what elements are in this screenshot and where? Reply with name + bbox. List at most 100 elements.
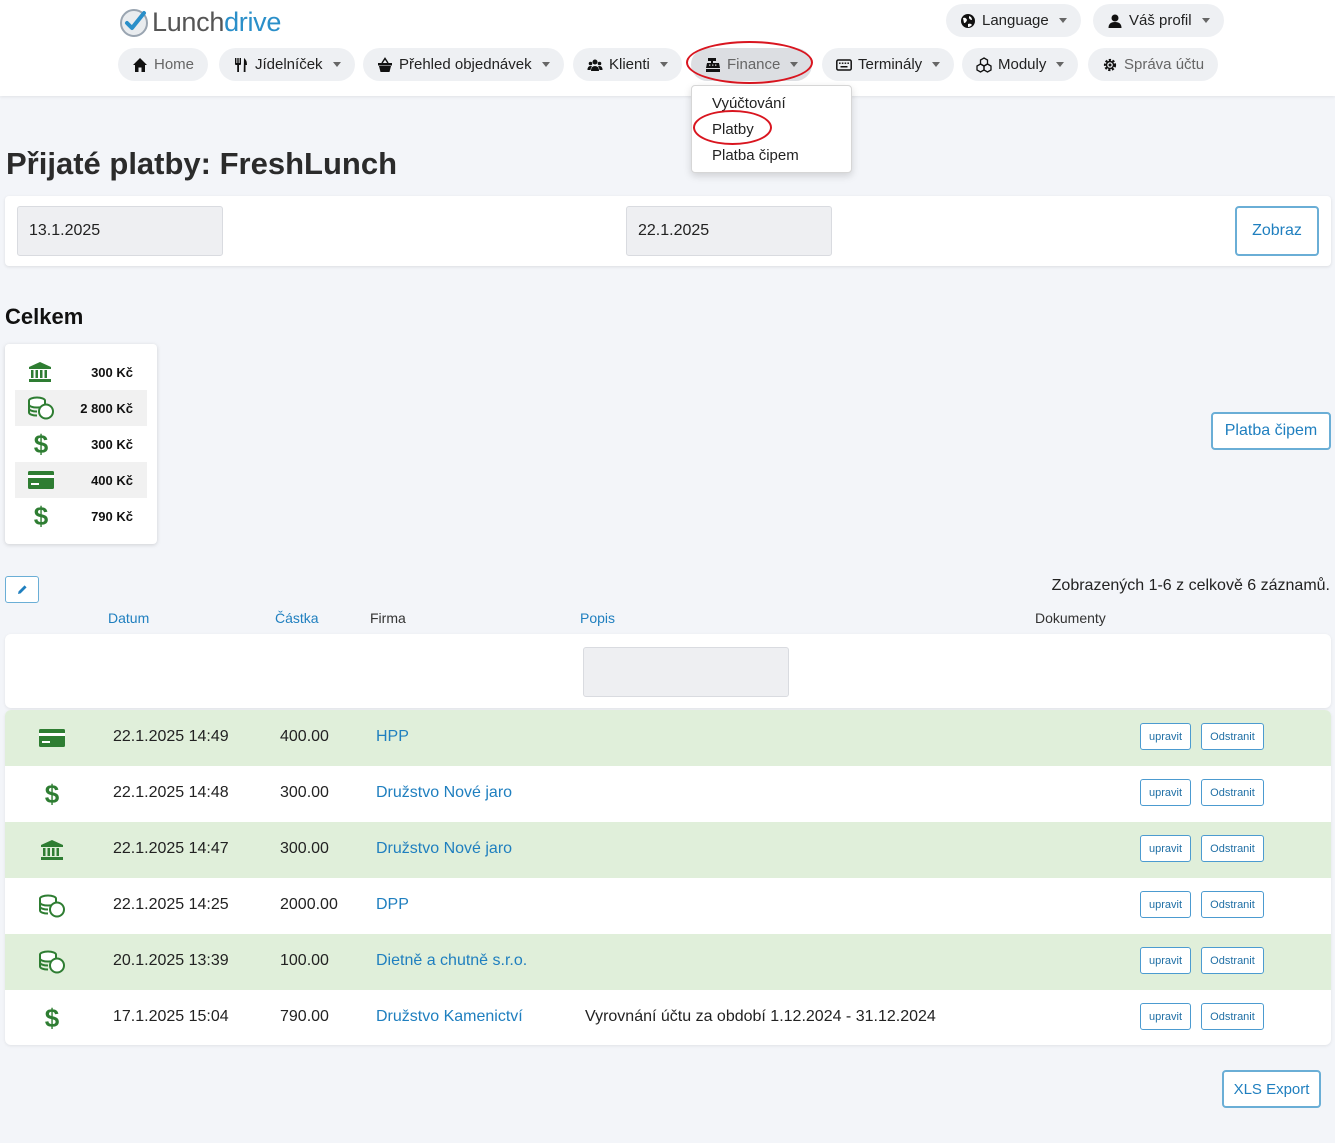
cell-amount: 400.00 [280, 728, 329, 745]
bank-icon [27, 361, 53, 383]
xls-export-button[interactable]: XLS Export [1222, 1070, 1321, 1108]
home-icon [133, 57, 147, 72]
summary-row-dollar: 300 Kč [15, 426, 147, 462]
summary-row-bank: 300 Kč [15, 354, 147, 390]
cell-date: 22.1.2025 14:49 [113, 728, 229, 745]
edit-button[interactable]: upravit [1140, 947, 1191, 974]
profile-dropdown[interactable]: Váš profil [1093, 4, 1224, 37]
cell-firm-link[interactable]: DPP [376, 896, 409, 914]
cell-date: 22.1.2025 14:48 [113, 784, 229, 801]
menu-item-billing[interactable]: Vyúčtování [692, 93, 851, 119]
cell-firm-link[interactable]: Dietně a chutně s.r.o. [376, 952, 527, 970]
profile-label: Váš profil [1129, 12, 1192, 29]
payments-table: 22.1.2025 14:49 400.00 HPP upravit Odstr… [5, 710, 1331, 1045]
column-header-amount[interactable]: Částka [275, 610, 319, 626]
delete-button[interactable]: Odstranit [1201, 947, 1264, 974]
edit-button[interactable]: upravit [1140, 723, 1191, 750]
edit-button[interactable]: upravit [1140, 835, 1191, 862]
chevron-down-icon [332, 62, 341, 67]
table-row: 22.1.2025 14:49 400.00 HPP upravit Odstr… [5, 710, 1331, 766]
cell-firm-link[interactable]: HPP [376, 728, 409, 746]
filter-row [5, 634, 1331, 708]
chevron-down-icon [1201, 18, 1210, 23]
chevron-down-icon [659, 62, 668, 67]
chevron-down-icon [541, 62, 550, 67]
nav-orders[interactable]: Přehled objednávek [363, 48, 564, 81]
nav-terminals[interactable]: Terminály [822, 48, 955, 81]
nav-home-label: Home [154, 56, 195, 73]
menu-item-payments[interactable]: Platby [692, 119, 851, 145]
nav-clients-label: Klienti [609, 56, 650, 73]
lunchdrive-logo[interactable]: Lunchdrive [118, 6, 281, 38]
card-icon [38, 728, 66, 748]
edit-columns-button[interactable] [5, 576, 39, 603]
column-header-documents: Dokumenty [1035, 610, 1106, 626]
dollar-icon [38, 1005, 66, 1031]
edit-button[interactable]: upravit [1140, 779, 1191, 806]
cell-date: 22.1.2025 14:25 [113, 896, 229, 913]
summary-amount: 400 Kč [91, 472, 133, 488]
cash-register-icon [706, 57, 720, 72]
cell-firm-link[interactable]: Družstvo Nové jaro [376, 840, 512, 858]
nav-account-label: Správa účtu [1124, 56, 1205, 73]
date-filter-card: 13.1.2025 22.1.2025 Zobraz [5, 196, 1331, 266]
summary-amount: 790 Kč [91, 508, 133, 524]
language-dropdown[interactable]: Language [946, 4, 1081, 37]
delete-button[interactable]: Odstranit [1201, 779, 1264, 806]
nav-home[interactable]: Home [118, 48, 209, 81]
card-icon [27, 470, 55, 490]
chip-payment-button[interactable]: Platba čipem [1211, 412, 1331, 450]
nav-modules-label: Moduly [998, 56, 1047, 73]
pencil-icon [18, 584, 27, 594]
summary-row-card: 400 Kč [15, 462, 147, 498]
nav-menu-label: Jídelníček [255, 56, 323, 73]
summary-amount: 300 Kč [91, 364, 133, 380]
cell-firm-link[interactable]: Družstvo Nové jaro [376, 784, 512, 802]
nav-clients[interactable]: Klienti [573, 48, 682, 81]
show-button[interactable]: Zobraz [1235, 206, 1319, 256]
chevron-down-icon [1056, 62, 1065, 67]
chevron-down-icon [790, 62, 799, 67]
nav-finance[interactable]: Finance [691, 48, 813, 81]
nav-modules[interactable]: Moduly [962, 48, 1079, 81]
user-icon [1108, 14, 1122, 28]
nav-finance-label: Finance [727, 56, 781, 73]
cell-amount: 790.00 [280, 1008, 329, 1025]
delete-button[interactable]: Odstranit [1201, 835, 1264, 862]
cell-date: 22.1.2025 14:47 [113, 840, 229, 857]
top-navbar: Lunchdrive Language Váš profil Home Jíde… [0, 0, 1335, 96]
cell-description: Vyrovnání účtu za období 1.12.2024 - 31.… [585, 1008, 936, 1025]
delete-button[interactable]: Odstranit [1201, 723, 1264, 750]
cell-date: 17.1.2025 15:04 [113, 1008, 229, 1025]
chevron-down-icon [932, 62, 941, 67]
description-filter-input[interactable] [583, 647, 789, 697]
summary-heading: Celkem [5, 304, 84, 329]
menu-item-chip-payment[interactable]: Platba čipem [692, 145, 851, 171]
summary-amount: 2 800 Kč [80, 400, 133, 416]
nav-account[interactable]: Správa účtu [1088, 48, 1219, 81]
delete-button[interactable]: Odstranit [1201, 1003, 1264, 1030]
column-header-date[interactable]: Datum [108, 610, 149, 626]
bank-icon [39, 839, 65, 861]
coins-icon [38, 950, 66, 974]
logo-text-lunch: Lunch [152, 6, 225, 37]
checkmark-logo-icon [120, 9, 148, 37]
date-to-input[interactable]: 22.1.2025 [626, 206, 832, 256]
date-from-input[interactable]: 13.1.2025 [17, 206, 223, 256]
table-row: 17.1.2025 15:04 790.00 Družstvo Kamenict… [5, 990, 1331, 1045]
cell-firm-link[interactable]: Družstvo Kamenictví [376, 1008, 523, 1026]
records-info: Zobrazených 1-6 z celkově 6 záznamů. [1051, 577, 1330, 594]
logo-text-drive: drive [224, 6, 282, 37]
summary-card: 300 Kč 2 800 Kč 300 Kč 400 Kč 790 Kč [5, 344, 157, 544]
edit-button[interactable]: upravit [1140, 891, 1191, 918]
cell-amount: 300.00 [280, 840, 329, 857]
edit-button[interactable]: upravit [1140, 1003, 1191, 1030]
cell-amount: 2000.00 [280, 896, 338, 913]
cell-amount: 100.00 [280, 952, 329, 969]
nav-menu[interactable]: Jídelníček [219, 48, 355, 81]
dollar-icon [38, 781, 66, 807]
summary-row-coins: 2 800 Kč [15, 390, 147, 426]
delete-button[interactable]: Odstranit [1201, 891, 1264, 918]
coins-icon [27, 396, 55, 420]
column-header-description[interactable]: Popis [580, 610, 615, 626]
